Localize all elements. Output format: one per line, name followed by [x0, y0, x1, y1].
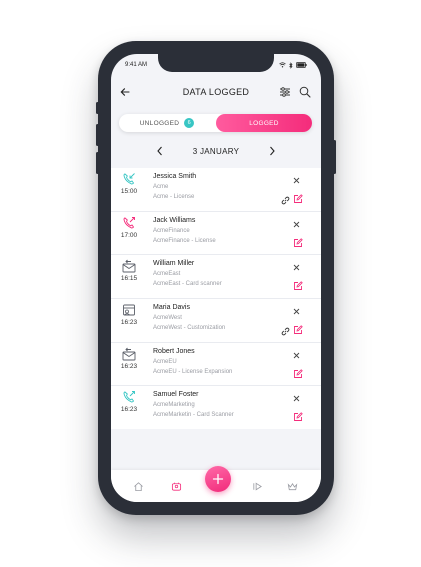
add-entry-button[interactable] [205, 466, 231, 492]
meeting-icon [122, 303, 136, 317]
entry-subject: AcmeMarketin - Card Scanner [153, 412, 234, 419]
tab-unlogged-label: UNLOGGED [139, 119, 180, 127]
entry-subject: Acme - License [153, 194, 195, 200]
forward-icon[interactable] [252, 481, 263, 492]
entry-subject: AcmeWest - Customization [153, 325, 226, 332]
email-icon [122, 347, 136, 361]
close-icon[interactable] [292, 347, 301, 359]
close-icon[interactable] [292, 303, 301, 315]
entry-time: 16:23 [120, 362, 138, 370]
log-entry-row[interactable]: 16:23 Maria Davis AcmeWest AcmeWest - Custo… [111, 299, 321, 343]
contact-name: Jessica Smith [153, 173, 197, 180]
entry-time: 15:00 [120, 188, 138, 195]
contact-name: Robert Jones [153, 347, 195, 355]
contact-name: Maria Davis [153, 304, 190, 312]
home-icon[interactable] [133, 481, 144, 492]
entry-time: 16:15 [120, 275, 138, 283]
edit-icon[interactable] [293, 191, 303, 203]
entry-time: 16:23 [120, 319, 138, 327]
contact-name: Jack Williams [153, 216, 196, 224]
tab-logged[interactable]: LOGGED [216, 114, 312, 132]
contact-name: William Miller [153, 260, 195, 268]
phone-outgoing-icon [122, 390, 136, 404]
logged-entries-list: 15:00 Jessica Smith Acme Acme - License 17:0… [111, 168, 321, 430]
entry-time: 17:00 [120, 231, 138, 239]
email-icon [122, 259, 136, 273]
unlogged-count-badge: 6 [184, 118, 195, 128]
date-navigator: 3 JANUARY [111, 144, 321, 158]
phone-incoming-icon [122, 172, 136, 186]
entry-subject: AcmeEU - License Expansion [153, 368, 233, 375]
status-time: 9:41 AM [125, 62, 148, 68]
close-icon[interactable] [292, 216, 301, 228]
entry-subject: AcmeFinance - License [153, 237, 216, 244]
crown-icon[interactable] [287, 481, 298, 492]
close-icon[interactable] [292, 172, 301, 184]
logged-toggle: UNLOGGED 6 LOGGED [119, 114, 312, 132]
chevron-right-icon[interactable] [267, 144, 277, 158]
edit-icon[interactable] [293, 409, 303, 422]
attachment-link-icon[interactable] [281, 192, 290, 205]
log-entry-row[interactable]: 17:00 Jack Williams AcmeFinance AcmeFinance… [111, 212, 321, 256]
attachment-link-icon[interactable] [281, 323, 290, 336]
entry-time: 16:23 [120, 406, 138, 414]
phone-outgoing-icon [122, 216, 136, 230]
company-name: AcmeEast [153, 271, 181, 278]
contacts-icon[interactable] [171, 481, 182, 492]
page-title: DATA LOGGED [182, 87, 250, 97]
back-arrow-icon[interactable] [119, 86, 131, 98]
contact-name: Samuel Foster [153, 391, 199, 399]
wifi-icon [279, 62, 286, 68]
battery-icon [296, 62, 307, 68]
edit-icon[interactable] [293, 235, 303, 247]
chevron-left-icon[interactable] [155, 144, 165, 158]
tab-unlogged[interactable]: UNLOGGED 6 [119, 114, 215, 132]
company-name: AcmeEU [153, 358, 177, 365]
tab-logged-label: LOGGED [249, 119, 279, 127]
search-icon[interactable] [299, 86, 311, 98]
volume-down-button [96, 152, 99, 174]
close-icon[interactable] [292, 259, 301, 271]
volume-up-button [96, 124, 99, 146]
add-icon [212, 473, 224, 485]
log-entry-row[interactable]: 15:00 Jessica Smith Acme Acme - License [111, 168, 321, 212]
filter-icon[interactable] [279, 86, 291, 98]
company-name: Acme [153, 184, 169, 190]
log-entry-row[interactable]: 16:15 William Miller AcmeEast AcmeEast - Ca… [111, 255, 321, 300]
app-header: DATA LOGGED [111, 82, 321, 102]
bottom-tab-bar [111, 466, 321, 502]
app-screen: 9:41 AM DATA LOGGED UNLOGGED 6 LOGGED 3 … [111, 54, 321, 502]
company-name: AcmeMarketing [153, 402, 195, 409]
bluetooth-icon [289, 61, 293, 69]
mute-switch [96, 102, 99, 114]
log-entry-row[interactable]: 16:23 Samuel Foster AcmeMarketing AcmeMarke… [111, 386, 321, 429]
company-name: AcmeWest [153, 315, 182, 322]
power-button [333, 140, 336, 174]
company-name: AcmeFinance [153, 227, 190, 234]
edit-icon[interactable] [293, 322, 303, 335]
edit-icon[interactable] [293, 366, 303, 378]
entry-subject: AcmeEast - Card scanner [153, 281, 222, 288]
notch [158, 54, 274, 72]
current-date: 3 JANUARY [192, 146, 240, 156]
close-icon[interactable] [292, 390, 301, 402]
edit-icon[interactable] [293, 278, 303, 291]
log-entry-row[interactable]: 16:23 Robert Jones AcmeEU AcmeEU - License … [111, 343, 321, 387]
